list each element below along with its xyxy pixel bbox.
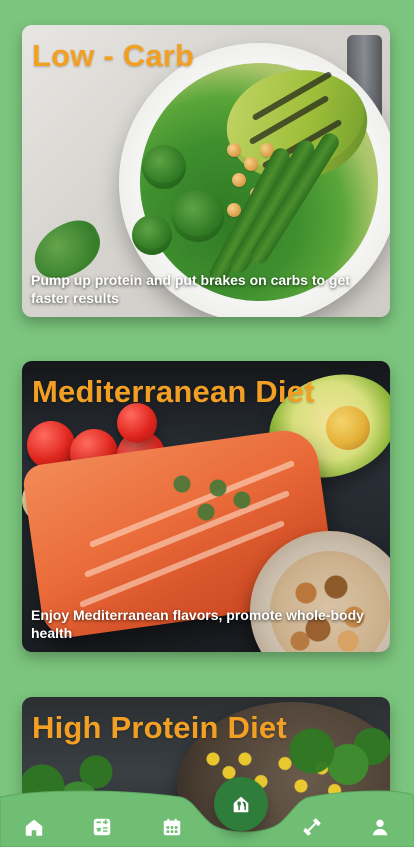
avocado-pit-image [326,406,370,450]
dill-image [152,456,272,536]
user-icon [369,816,391,838]
calendar-icon [161,816,183,838]
nav-home-button[interactable] [18,811,50,843]
broccoli-image [172,190,224,242]
bottom-navigation [0,767,414,847]
dumbbell-icon [301,816,323,838]
card-title: Mediterranean Diet [32,374,315,409]
home-icon [23,816,45,838]
diet-card-mediterranean[interactable]: Mediterranean Diet Enjoy Mediterranean f… [22,361,390,652]
nav-profile-button[interactable] [364,811,396,843]
nav-workout-button[interactable] [296,811,328,843]
nav-diets-button[interactable] [214,777,268,831]
bottom-navigation-background [0,790,414,847]
chickpea-image [232,173,246,187]
broccoli-image [142,145,186,189]
nav-calendar-button[interactable] [156,811,188,843]
chickpea-image [227,143,241,157]
calculator-icon [91,816,113,838]
chickpea-image [244,157,258,171]
card-description: Pump up protein and put brakes on carbs … [31,272,350,306]
diet-card-low-carb[interactable]: Low - Carb Pump up protein and put brake… [22,25,390,317]
card-title: Low - Carb [32,38,195,73]
card-title: High Protein Diet [32,710,287,745]
meal-house-icon [230,793,252,815]
app-screen: Low - Carb Pump up protein and put brake… [0,0,414,847]
nav-calculator-button[interactable] [86,811,118,843]
broccoli-image [132,215,172,255]
card-description: Enjoy Mediterranean flavors, promote who… [31,607,364,641]
